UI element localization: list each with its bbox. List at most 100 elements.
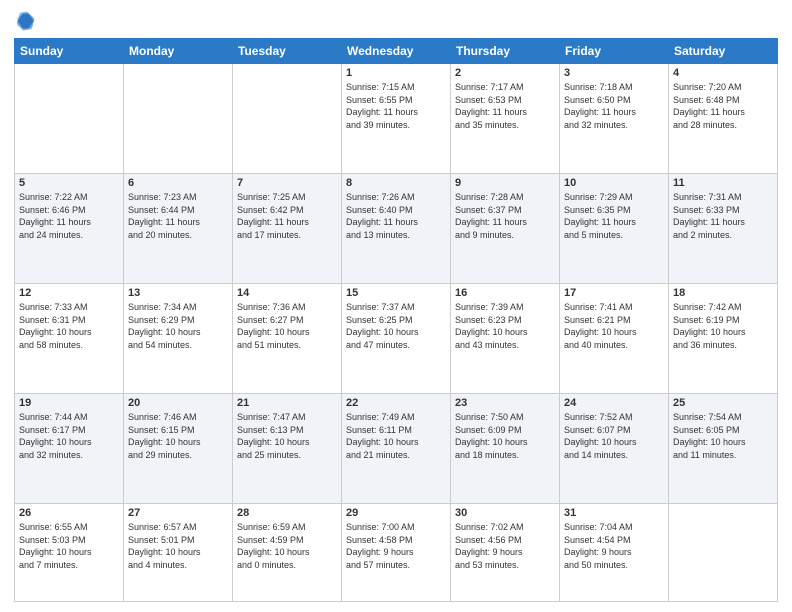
header-monday: Monday: [124, 39, 233, 64]
calendar-cell: 4 Sunrise: 7:20 AM Sunset: 6:48 PM Daylig…: [669, 64, 778, 174]
calendar-cell: 27 Sunrise: 6:57 AM Sunset: 5:01 PM Dayli…: [124, 504, 233, 602]
day-number: 15: [346, 287, 446, 299]
day-info: Sunrise: 7:41 AM Sunset: 6:21 PM Dayligh…: [564, 301, 664, 351]
day-number: 12: [19, 287, 119, 299]
day-info: Sunrise: 7:34 AM Sunset: 6:29 PM Dayligh…: [128, 301, 228, 351]
day-number: 9: [455, 177, 555, 189]
day-number: 4: [673, 67, 773, 79]
calendar-cell: 26 Sunrise: 6:55 AM Sunset: 5:03 PM Dayli…: [15, 504, 124, 602]
calendar-cell: 15 Sunrise: 7:37 AM Sunset: 6:25 PM Dayli…: [342, 284, 451, 394]
calendar-cell: 7 Sunrise: 7:25 AM Sunset: 6:42 PM Daylig…: [233, 174, 342, 284]
day-number: 8: [346, 177, 446, 189]
calendar-week-row: 5Sunrise: 7:22 AM Sunset: 6:46 PM Daylig…: [15, 174, 778, 284]
day-info: Sunrise: 7:52 AM Sunset: 6:07 PM Dayligh…: [564, 411, 664, 461]
day-number: 29: [346, 507, 446, 519]
calendar-cell: 14 Sunrise: 7:36 AM Sunset: 6:27 PM Dayli…: [233, 284, 342, 394]
header-sunday: Sunday: [15, 39, 124, 64]
logo: [14, 10, 40, 32]
calendar-cell: 25Sunrise: 7:54 AM Sunset: 6:05 PM Dayli…: [669, 394, 778, 504]
day-number: 25: [673, 397, 773, 409]
day-info: Sunrise: 6:57 AM Sunset: 5:01 PM Dayligh…: [128, 521, 228, 571]
day-info: Sunrise: 7:33 AM Sunset: 6:31 PM Dayligh…: [19, 301, 119, 351]
day-number: 17: [564, 287, 664, 299]
day-info: Sunrise: 6:59 AM Sunset: 4:59 PM Dayligh…: [237, 521, 337, 571]
day-info: Sunrise: 7:31 AM Sunset: 6:33 PM Dayligh…: [673, 191, 773, 241]
day-info: Sunrise: 7:44 AM Sunset: 6:17 PM Dayligh…: [19, 411, 119, 461]
day-number: 31: [564, 507, 664, 519]
header-wednesday: Wednesday: [342, 39, 451, 64]
calendar-cell: 30Sunrise: 7:02 AM Sunset: 4:56 PM Dayli…: [451, 504, 560, 602]
day-info: Sunrise: 7:28 AM Sunset: 6:37 PM Dayligh…: [455, 191, 555, 241]
day-number: 3: [564, 67, 664, 79]
day-number: 19: [19, 397, 119, 409]
header-friday: Friday: [560, 39, 669, 64]
day-number: 28: [237, 507, 337, 519]
day-info: Sunrise: 7:50 AM Sunset: 6:09 PM Dayligh…: [455, 411, 555, 461]
calendar-cell: 9 Sunrise: 7:28 AM Sunset: 6:37 PM Daylig…: [451, 174, 560, 284]
calendar-table: Sunday Monday Tuesday Wednesday Thursday…: [14, 38, 778, 602]
day-info: Sunrise: 7:25 AM Sunset: 6:42 PM Dayligh…: [237, 191, 337, 241]
day-number: 16: [455, 287, 555, 299]
calendar-cell: [15, 64, 124, 174]
calendar-cell: [124, 64, 233, 174]
calendar-cell: 6 Sunrise: 7:23 AM Sunset: 6:44 PM Daylig…: [124, 174, 233, 284]
header-thursday: Thursday: [451, 39, 560, 64]
day-info: Sunrise: 7:18 AM Sunset: 6:50 PM Dayligh…: [564, 81, 664, 131]
day-info: Sunrise: 7:49 AM Sunset: 6:11 PM Dayligh…: [346, 411, 446, 461]
day-info: Sunrise: 6:55 AM Sunset: 5:03 PM Dayligh…: [19, 521, 119, 571]
calendar-cell: 21 Sunrise: 7:47 AM Sunset: 6:13 PM Dayli…: [233, 394, 342, 504]
day-info: Sunrise: 7:42 AM Sunset: 6:19 PM Dayligh…: [673, 301, 773, 351]
day-info: Sunrise: 7:29 AM Sunset: 6:35 PM Dayligh…: [564, 191, 664, 241]
calendar-cell: 10 Sunrise: 7:29 AM Sunset: 6:35 PM Dayli…: [560, 174, 669, 284]
day-info: Sunrise: 7:36 AM Sunset: 6:27 PM Dayligh…: [237, 301, 337, 351]
day-info: Sunrise: 7:46 AM Sunset: 6:15 PM Dayligh…: [128, 411, 228, 461]
day-info: Sunrise: 7:39 AM Sunset: 6:23 PM Dayligh…: [455, 301, 555, 351]
calendar-cell: 2Sunrise: 7:17 AM Sunset: 6:53 PM Daylig…: [451, 64, 560, 174]
calendar-cell: 20Sunrise: 7:46 AM Sunset: 6:15 PM Dayli…: [124, 394, 233, 504]
calendar-cell: 22 Sunrise: 7:49 AM Sunset: 6:11 PM Dayli…: [342, 394, 451, 504]
day-number: 21: [237, 397, 337, 409]
day-number: 27: [128, 507, 228, 519]
day-number: 24: [564, 397, 664, 409]
calendar-cell: [669, 504, 778, 602]
calendar-week-row: 19 Sunrise: 7:44 AM Sunset: 6:17 PM Dayli…: [15, 394, 778, 504]
calendar-cell: 18 Sunrise: 7:42 AM Sunset: 6:19 PM Dayli…: [669, 284, 778, 394]
calendar-cell: 3 Sunrise: 7:18 AM Sunset: 6:50 PM Daylig…: [560, 64, 669, 174]
day-info: Sunrise: 7:02 AM Sunset: 4:56 PM Dayligh…: [455, 521, 555, 571]
calendar-header-row: Sunday Monday Tuesday Wednesday Thursday…: [15, 39, 778, 64]
logo-icon: [14, 10, 36, 32]
day-info: Sunrise: 7:47 AM Sunset: 6:13 PM Dayligh…: [237, 411, 337, 461]
header-saturday: Saturday: [669, 39, 778, 64]
header-tuesday: Tuesday: [233, 39, 342, 64]
calendar-week-row: 1 Sunrise: 7:15 AM Sunset: 6:55 PM Daylig…: [15, 64, 778, 174]
day-info: Sunrise: 7:17 AM Sunset: 6:53 PM Dayligh…: [455, 81, 555, 131]
calendar-cell: 12 Sunrise: 7:33 AM Sunset: 6:31 PM Dayli…: [15, 284, 124, 394]
calendar-week-row: 12 Sunrise: 7:33 AM Sunset: 6:31 PM Dayli…: [15, 284, 778, 394]
calendar-cell: [233, 64, 342, 174]
day-number: 10: [564, 177, 664, 189]
calendar-cell: 24 Sunrise: 7:52 AM Sunset: 6:07 PM Dayli…: [560, 394, 669, 504]
calendar-cell: 1 Sunrise: 7:15 AM Sunset: 6:55 PM Daylig…: [342, 64, 451, 174]
calendar-cell: 29 Sunrise: 7:00 AM Sunset: 4:58 PM Dayli…: [342, 504, 451, 602]
day-number: 18: [673, 287, 773, 299]
day-number: 26: [19, 507, 119, 519]
calendar-cell: 28 Sunrise: 6:59 AM Sunset: 4:59 PM Dayli…: [233, 504, 342, 602]
day-number: 11: [673, 177, 773, 189]
calendar-cell: 31Sunrise: 7:04 AM Sunset: 4:54 PM Dayli…: [560, 504, 669, 602]
day-number: 14: [237, 287, 337, 299]
day-number: 7: [237, 177, 337, 189]
calendar-cell: 13 Sunrise: 7:34 AM Sunset: 6:29 PM Dayli…: [124, 284, 233, 394]
day-number: 13: [128, 287, 228, 299]
calendar-cell: 17 Sunrise: 7:41 AM Sunset: 6:21 PM Dayli…: [560, 284, 669, 394]
day-info: Sunrise: 7:00 AM Sunset: 4:58 PM Dayligh…: [346, 521, 446, 571]
day-info: Sunrise: 7:26 AM Sunset: 6:40 PM Dayligh…: [346, 191, 446, 241]
day-info: Sunrise: 7:15 AM Sunset: 6:55 PM Dayligh…: [346, 81, 446, 131]
day-info: Sunrise: 7:20 AM Sunset: 6:48 PM Dayligh…: [673, 81, 773, 131]
header: [14, 10, 778, 32]
day-number: 6: [128, 177, 228, 189]
day-number: 1: [346, 67, 446, 79]
day-info: Sunrise: 7:23 AM Sunset: 6:44 PM Dayligh…: [128, 191, 228, 241]
day-number: 22: [346, 397, 446, 409]
page: Sunday Monday Tuesday Wednesday Thursday…: [0, 0, 792, 612]
day-info: Sunrise: 7:37 AM Sunset: 6:25 PM Dayligh…: [346, 301, 446, 351]
